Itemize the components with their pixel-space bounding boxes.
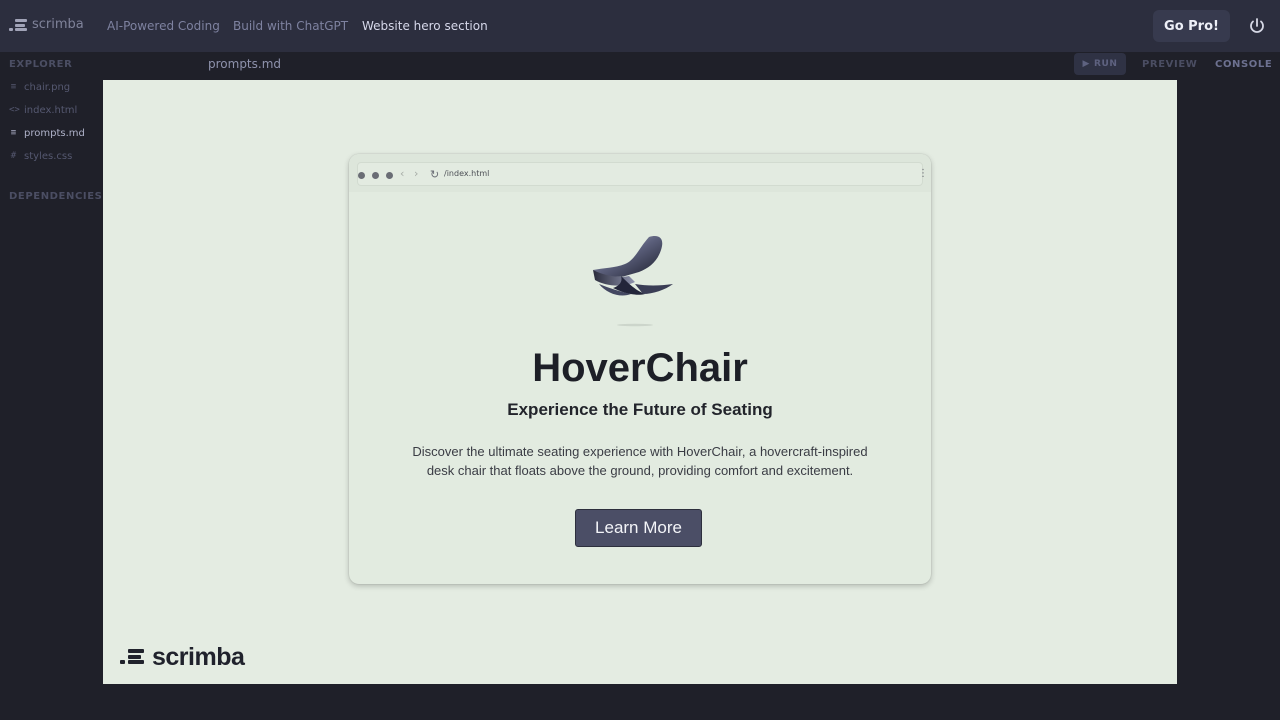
scrimba-wordmark: scrimba	[152, 642, 245, 671]
dependencies-heading[interactable]: DEPENDENCIES	[9, 191, 102, 202]
breadcrumb-module[interactable]: Build with ChatGPT	[233, 19, 348, 33]
scrimba-mark-icon	[120, 648, 146, 666]
power-icon[interactable]	[1247, 16, 1267, 36]
address-bar[interactable]: ‹ › ↻ /index.html ⋮	[357, 162, 928, 186]
learn-more-button[interactable]: Learn More	[575, 509, 702, 547]
reload-icon[interactable]: ↻	[430, 168, 439, 181]
scrimba-logo[interactable]: scrimba	[9, 17, 84, 32]
bottom-bar	[0, 684, 1280, 720]
url-text: /index.html	[444, 169, 490, 178]
explorer-heading: EXPLORER	[9, 59, 73, 70]
hash-icon: #	[10, 151, 17, 161]
forward-arrow-icon[interactable]: ›	[414, 167, 418, 180]
go-pro-button[interactable]: Go Pro!	[1153, 10, 1230, 42]
play-icon: ▶	[1082, 59, 1090, 69]
hero-subtitle: Experience the Future of Seating	[507, 400, 773, 419]
breadcrumb-course[interactable]: AI-Powered Coding	[107, 19, 220, 33]
file-item-prompts[interactable]: ≡ prompts.md	[9, 125, 85, 141]
file-icon: ≡	[10, 128, 17, 138]
back-arrow-icon[interactable]: ‹	[400, 167, 404, 180]
top-bar: scrimba AI-Powered Coding Build with Cha…	[0, 0, 1280, 52]
run-label: RUN	[1093, 59, 1118, 69]
breadcrumb-lesson[interactable]: Website hero section	[362, 19, 488, 33]
file-name: styles.css	[24, 150, 73, 162]
browser-toolbar: ‹ › ↻ /index.html ⋮	[349, 154, 931, 192]
file-name: chair.png	[24, 81, 71, 93]
kebab-menu-icon[interactable]: ⋮	[918, 168, 928, 179]
run-button[interactable]: ▶ RUN	[1074, 53, 1126, 75]
preview-pane: ‹ › ↻ /index.html ⋮ HoverChair Experienc…	[103, 80, 1177, 684]
logo-text: scrimba	[32, 17, 84, 32]
tab-console[interactable]: CONSOLE	[1215, 59, 1272, 70]
file-explorer: EXPLORER ≡ chair.png <> index.html ≡ pro…	[0, 52, 103, 720]
file-icon: ≡	[10, 82, 17, 92]
window-dot-icon	[358, 172, 365, 179]
hoverchair-image	[593, 236, 673, 327]
window-dot-icon	[372, 172, 379, 179]
scrimba-watermark: scrimba	[120, 642, 245, 672]
scrimba-mark-icon	[9, 18, 27, 32]
file-item-chair[interactable]: ≡ chair.png	[9, 79, 70, 95]
hero-title: HoverChair	[532, 346, 748, 390]
editor-tab-prompts[interactable]: prompts.md	[208, 57, 281, 71]
window-dot-icon	[386, 172, 393, 179]
code-icon: <>	[9, 105, 20, 115]
file-item-styles[interactable]: # styles.css	[9, 148, 73, 164]
tab-preview[interactable]: PREVIEW	[1142, 59, 1197, 70]
file-name: prompts.md	[24, 127, 85, 139]
file-name: index.html	[24, 104, 78, 116]
hero-description: Discover the ultimate seating experience…	[412, 444, 868, 478]
browser-mockup: ‹ › ↻ /index.html ⋮ HoverChair Experienc…	[349, 154, 931, 584]
file-item-index[interactable]: <> index.html	[9, 102, 77, 118]
